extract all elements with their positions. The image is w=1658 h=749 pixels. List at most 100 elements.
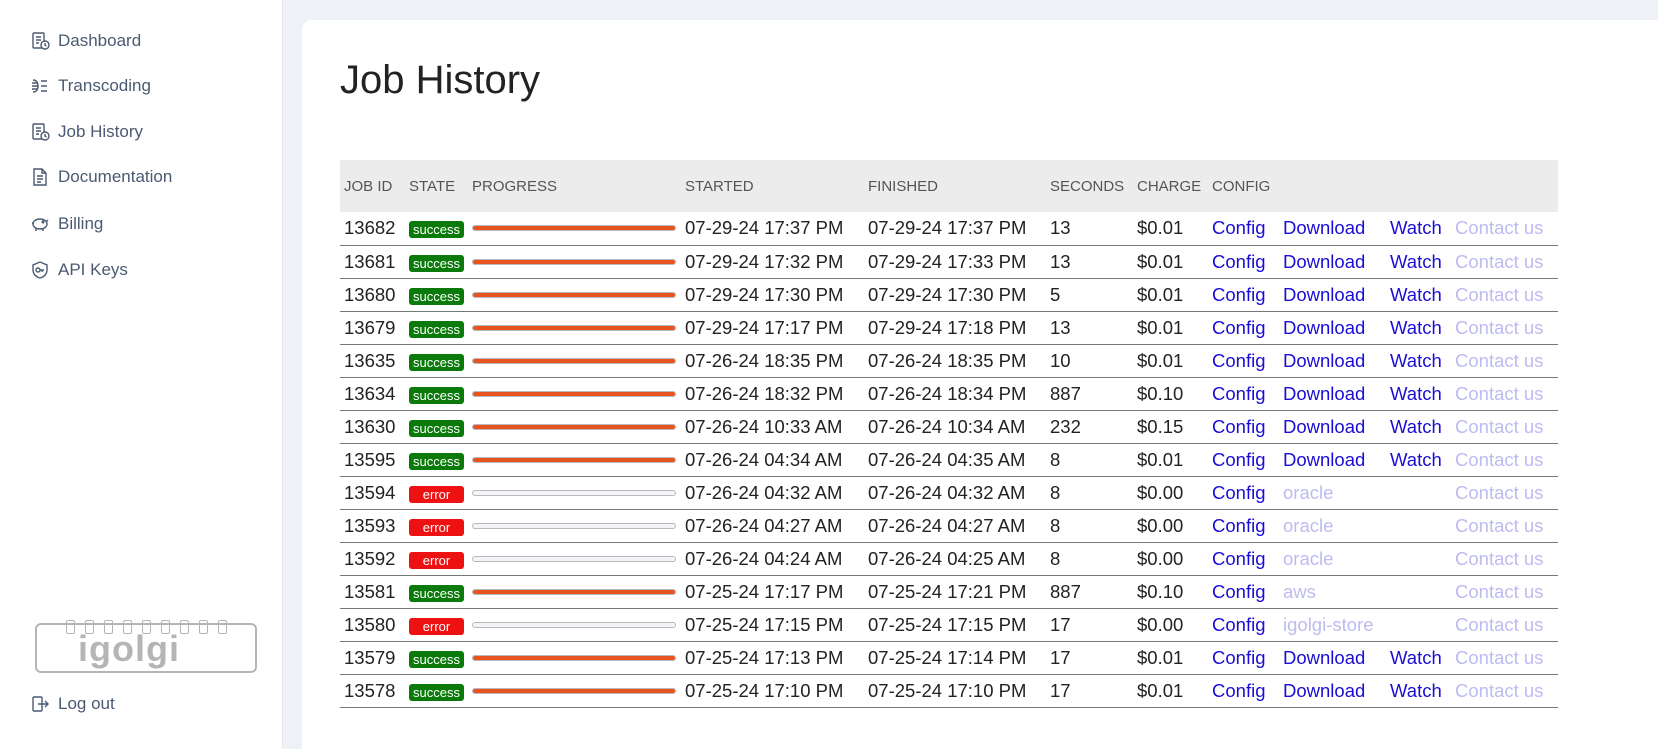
contact-us-link[interactable]: Contact us [1455, 251, 1543, 272]
seconds-value: 8 [1050, 481, 1061, 503]
charge-value: $0.00 [1137, 481, 1184, 503]
charge-value: $0.01 [1137, 316, 1184, 338]
table-row: 13580 error 07-25-24 17:15 PM 07-25-24 17:1… [340, 608, 1558, 641]
config-link[interactable]: Config [1212, 482, 1265, 503]
table-row: 13634 success 07-26-24 18:32 PM 07-26-24 18… [340, 377, 1558, 410]
download-link[interactable]: Download [1283, 416, 1365, 437]
progress-bar [472, 324, 676, 331]
logout-button[interactable]: Log out [30, 694, 115, 714]
contact-us-link[interactable]: Contact us [1455, 680, 1543, 701]
charge-value: $0.01 [1137, 448, 1184, 470]
watch-link[interactable]: Watch [1390, 449, 1442, 470]
finished-time: 07-26-24 18:35 PM [868, 349, 1027, 371]
started-time: 07-25-24 17:13 PM [685, 646, 844, 668]
sidebar-item-api-keys[interactable]: API Keys [30, 257, 128, 283]
download-link[interactable]: Download [1283, 449, 1365, 470]
config-link[interactable]: Config [1212, 217, 1265, 238]
config-link[interactable]: Config [1212, 548, 1265, 569]
sidebar-item-billing[interactable]: Billing [30, 211, 103, 237]
progress-fill [473, 655, 675, 660]
config-link[interactable]: Config [1212, 251, 1265, 272]
watch-link[interactable]: Watch [1390, 350, 1442, 371]
watch-link[interactable]: Watch [1390, 680, 1442, 701]
key-shield-icon [32, 261, 48, 279]
download-link[interactable]: Download [1283, 251, 1365, 272]
download-link[interactable]: Download [1283, 317, 1365, 338]
column-header: CHARGE [1137, 177, 1202, 195]
watch-link[interactable]: Watch [1390, 217, 1442, 238]
table-row: 13593 error 07-26-24 04:27 AM 07-26-24 04:2… [340, 509, 1558, 542]
status-badge: error [409, 485, 464, 503]
download-link[interactable]: Download [1283, 680, 1365, 701]
logout-label: Log out [58, 694, 115, 713]
started-time: 07-29-24 17:17 PM [685, 316, 844, 338]
finished-time: 07-25-24 17:10 PM [868, 679, 1027, 701]
contact-us-link[interactable]: Contact us [1455, 548, 1543, 569]
download-link[interactable]: Download [1283, 284, 1365, 305]
config-link[interactable]: Config [1212, 284, 1265, 305]
finished-time: 07-25-24 17:15 PM [868, 613, 1027, 635]
sidebar-item-job-history[interactable]: Job History [30, 119, 143, 145]
contact-us-link[interactable]: Contact us [1455, 217, 1543, 238]
contact-us-link[interactable]: Contact us [1455, 317, 1543, 338]
job-id: 13580 [344, 613, 396, 635]
charge-value: $0.15 [1137, 415, 1184, 437]
sidebar-item-documentation[interactable]: Documentation [30, 164, 172, 190]
started-time: 07-25-24 17:17 PM [685, 580, 844, 602]
watch-link[interactable]: Watch [1390, 416, 1442, 437]
sidebar-item-label: Billing [58, 214, 104, 233]
watch-link[interactable]: Watch [1390, 383, 1442, 404]
contact-us-link[interactable]: Contact us [1455, 614, 1543, 635]
contact-us-link[interactable]: Contact us [1455, 482, 1543, 503]
progress-fill [473, 391, 675, 396]
contact-us-link[interactable]: Contact us [1455, 449, 1543, 470]
seconds-value: 5 [1050, 283, 1061, 305]
config-link[interactable]: Config [1212, 350, 1265, 371]
sidebar-item-dashboard[interactable]: Dashboard [30, 28, 141, 54]
contact-us-link[interactable]: Contact us [1455, 581, 1543, 602]
watch-link[interactable]: Watch [1390, 647, 1442, 668]
table-row: 13635 success 07-26-24 18:35 PM 07-26-24 18… [340, 344, 1558, 377]
storage-label: igolgi-store [1283, 613, 1374, 635]
seconds-value: 17 [1050, 613, 1071, 635]
watch-link[interactable]: Watch [1390, 251, 1442, 272]
watch-link[interactable]: Watch [1390, 317, 1442, 338]
download-link[interactable]: Download [1283, 350, 1365, 371]
started-time: 07-25-24 17:15 PM [685, 613, 844, 635]
contact-us-link[interactable]: Contact us [1455, 647, 1543, 668]
config-link[interactable]: Config [1212, 647, 1265, 668]
piggy-bank-icon [32, 218, 49, 231]
config-link[interactable]: Config [1212, 416, 1265, 437]
table-row: 13682 success 07-29-24 17:37 PM 07-29-24 17… [340, 212, 1558, 245]
progress-bar [472, 390, 676, 397]
config-link[interactable]: Config [1212, 317, 1265, 338]
table-row: 13578 success 07-25-24 17:10 PM 07-25-24 17… [340, 674, 1558, 707]
download-link[interactable]: Download [1283, 217, 1365, 238]
progress-bar [472, 456, 676, 463]
config-link[interactable]: Config [1212, 383, 1265, 404]
watch-link[interactable]: Watch [1390, 284, 1442, 305]
seconds-value: 17 [1050, 646, 1071, 668]
charge-value: $0.00 [1137, 514, 1184, 536]
download-link[interactable]: Download [1283, 647, 1365, 668]
sidebar-item-label: Documentation [58, 167, 173, 186]
sidebar-item-transcoding[interactable]: Transcoding [30, 73, 151, 99]
config-link[interactable]: Config [1212, 581, 1265, 602]
config-link[interactable]: Config [1212, 614, 1265, 635]
contact-us-link[interactable]: Contact us [1455, 350, 1543, 371]
contact-us-link[interactable]: Contact us [1455, 284, 1543, 305]
column-header: STARTED [685, 177, 754, 195]
contact-us-link[interactable]: Contact us [1455, 515, 1543, 536]
progress-bar [472, 225, 676, 232]
config-link[interactable]: Config [1212, 449, 1265, 470]
config-link[interactable]: Config [1212, 515, 1265, 536]
seconds-value: 8 [1050, 448, 1061, 470]
config-link[interactable]: Config [1212, 680, 1265, 701]
progress-fill [473, 325, 675, 330]
finished-time: 07-29-24 17:37 PM [868, 217, 1027, 239]
contact-us-link[interactable]: Contact us [1455, 416, 1543, 437]
download-link[interactable]: Download [1283, 383, 1365, 404]
logout-icon [32, 696, 49, 712]
contact-us-link[interactable]: Contact us [1455, 383, 1543, 404]
sidebar-item-label: Dashboard [58, 31, 142, 50]
